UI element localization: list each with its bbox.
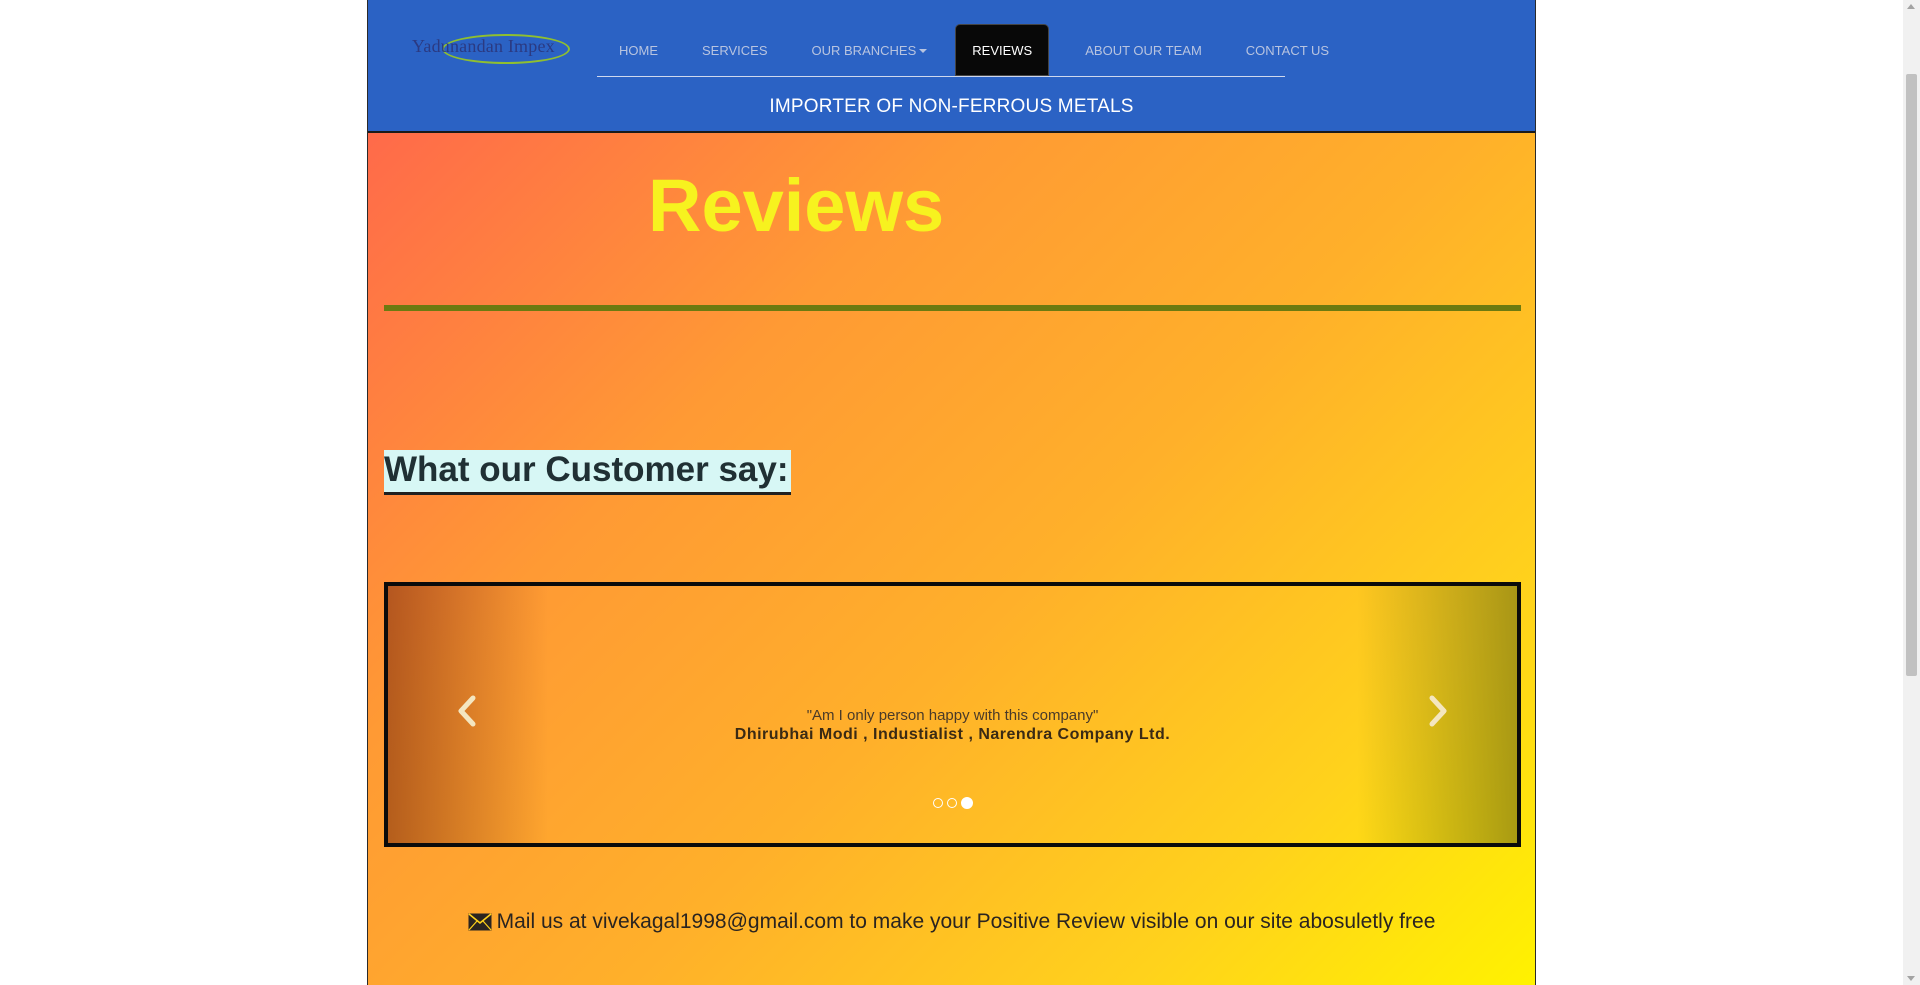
carousel-indicator-1[interactable]: [932, 798, 943, 808]
page-scrollbar[interactable]: [1903, 0, 1920, 985]
carousel-indicator-2[interactable]: [946, 798, 957, 808]
nav-reviews-label: REVIEWS: [972, 42, 1033, 58]
review-author: Dhirubhai Modi , Industialist , Narendra…: [734, 726, 1171, 743]
nav-services-label: SERVICES: [702, 43, 768, 58]
brand-logo[interactable]: Yadunandan Impex: [412, 30, 572, 66]
page-container: Yadunandan Impex HOME SERVICES OUR BRANC…: [367, 0, 1536, 985]
site-header: Yadunandan Impex HOME SERVICES OUR BRANC…: [368, 0, 1535, 133]
scroll-up-icon[interactable]: [1907, 4, 1915, 9]
brand-name[interactable]: Yadunandan Impex: [412, 36, 555, 57]
nav-our-branches[interactable]: OUR BRANCHES: [790, 24, 950, 77]
section-divider: [384, 305, 1521, 311]
customer-heading: What our Customer say:: [384, 450, 791, 495]
nav-contact-us[interactable]: CONTACT US: [1224, 24, 1351, 77]
main-nav: HOME SERVICES OUR BRANCHES REVIEWS ABOUT…: [597, 24, 1329, 77]
nav-contact-us-label: CONTACT US: [1245, 43, 1330, 58]
review-quote: "Am I only person happy with this compan…: [806, 707, 1099, 724]
carousel-indicators: [388, 797, 1517, 809]
page-title: Reviews: [648, 164, 945, 247]
review-carousel: "Am I only person happy with this compan…: [384, 582, 1521, 847]
mail-cta: Mail us at vivekagal1998@gmail.com to ma…: [368, 910, 1535, 934]
tagline: IMPORTER OF NON-FERROUS METALS: [769, 96, 1134, 117]
nav-services[interactable]: SERVICES: [680, 24, 790, 77]
nav-home[interactable]: HOME: [597, 24, 680, 77]
scrollbar-thumb[interactable]: [1906, 74, 1917, 676]
scroll-down-icon[interactable]: [1907, 976, 1915, 981]
nav-about-our-team[interactable]: ABOUT OUR TEAM: [1063, 24, 1224, 77]
envelope-icon: [468, 913, 492, 931]
main-content: Reviews What our Customer say: "Am I onl…: [368, 133, 1535, 985]
mail-cta-text: Mail us at vivekagal1998@gmail.com to ma…: [496, 910, 1436, 933]
carousel-indicator-3[interactable]: [960, 797, 973, 809]
nav-reviews[interactable]: REVIEWS: [955, 24, 1050, 76]
caret-down-icon: [919, 48, 928, 53]
nav-our-branches-label: OUR BRANCHES: [811, 43, 917, 58]
nav-home-label: HOME: [619, 43, 658, 58]
nav-about-our-team-label: ABOUT OUR TEAM: [1085, 43, 1202, 58]
